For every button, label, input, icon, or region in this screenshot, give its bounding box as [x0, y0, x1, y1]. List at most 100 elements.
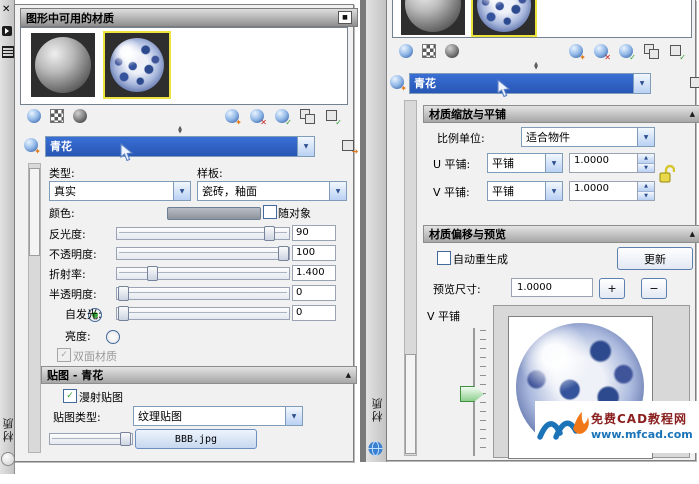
remove-material-icon[interactable]: ✓	[324, 108, 340, 124]
material-lead-icon[interactable]: ✦	[389, 74, 405, 90]
chevron-down-icon[interactable]: ▼	[637, 128, 654, 146]
map-type-combobox[interactable]: 纹理贴图 ▼	[133, 406, 303, 426]
materials-list-header[interactable]: 图形中可用的材质 ■	[20, 8, 358, 27]
self-illumination-value[interactable]: 0	[292, 305, 336, 321]
two-sided-checkbox[interactable]: ✓	[57, 348, 71, 362]
panel-restore-icon[interactable]: ■	[338, 11, 352, 24]
right-panel-scrollbar[interactable]	[404, 100, 417, 456]
slider-thumb[interactable]	[118, 306, 129, 321]
collapse-icon[interactable]: ▲	[690, 230, 695, 238]
material-swatch-qinghua[interactable]	[103, 31, 171, 99]
translucency-value[interactable]: 0	[292, 285, 336, 301]
luminance-radio[interactable]	[106, 330, 120, 344]
u-tile-spinner[interactable]: 1.0000 ▲▼	[569, 153, 655, 173]
shininess-value[interactable]: 90	[292, 225, 336, 241]
spin-up-icon[interactable]: ▲	[638, 182, 654, 192]
remove-material-icon[interactable]: ✓	[668, 43, 684, 59]
type-combobox[interactable]: 真实 ▼	[49, 181, 191, 201]
material-name-combobox[interactable]: 青花 ▼	[409, 73, 651, 94]
left-panel-scrollbar[interactable]	[28, 163, 41, 453]
right-palette-titlebar-vertical[interactable]: 材质	[366, 0, 387, 462]
create-material-icon[interactable]: ✦	[224, 108, 240, 124]
spin-up-icon[interactable]: ▲	[638, 154, 654, 164]
swatch-lighting-icon[interactable]	[444, 43, 460, 59]
purge-material-icon[interactable]: ✕	[249, 108, 265, 124]
offset-section-header[interactable]: 材质偏移与预览 ▲	[423, 225, 699, 243]
v-tile-spinner[interactable]: 1.0000 ▲▼	[569, 181, 655, 201]
map-section-header[interactable]: 贴图 - 青花 ▲	[41, 366, 357, 384]
apply-material-icon[interactable]	[643, 43, 659, 59]
left-palette-titlebar-vertical[interactable]: ✕ 材质	[0, 0, 15, 474]
v-tile-mode-combobox[interactable]: 平铺 ▼	[487, 181, 563, 201]
slider-thumb[interactable]	[120, 432, 131, 446]
material-swatch-global[interactable]	[31, 33, 95, 97]
properties-menu-icon[interactable]	[2, 46, 14, 58]
auto-hide-icon[interactable]	[2, 26, 12, 36]
scale-unit-combobox[interactable]: 适合物件 ▼	[521, 127, 655, 147]
swatch-geometry-icon[interactable]	[398, 43, 414, 59]
self-illumination-label: 自发光:	[65, 306, 102, 322]
copy-material-icon[interactable]: ➜	[689, 74, 699, 90]
create-material-icon[interactable]: ✦	[568, 43, 584, 59]
checkered-underlay-icon[interactable]	[49, 108, 65, 124]
indicate-in-use-icon[interactable]: ✓	[274, 108, 290, 124]
opacity-slider[interactable]	[116, 247, 290, 260]
close-icon[interactable]: ✕	[2, 4, 10, 15]
chevron-down-icon[interactable]: ▼	[329, 182, 346, 200]
slider-thumb[interactable]	[264, 226, 275, 241]
slider-thumb[interactable]	[147, 266, 158, 281]
preview-zoom-in-button[interactable]: +	[599, 278, 625, 299]
diffuse-map-checkbox[interactable]: ✓	[63, 389, 77, 403]
checkered-underlay-icon[interactable]	[421, 43, 437, 59]
chevron-down-icon[interactable]: ▼	[173, 182, 190, 200]
color-swatch[interactable]	[167, 207, 261, 220]
uv-lock-icon[interactable]	[659, 164, 675, 184]
scale-section-header[interactable]: 材质缩放与平铺 ▲	[423, 105, 699, 123]
material-name-combobox[interactable]: 青花 ▼	[45, 136, 315, 157]
collapse-icon[interactable]: ▲	[346, 371, 351, 379]
opacity-value[interactable]: 100	[292, 245, 336, 261]
preview-size-field[interactable]: 1.0000	[511, 278, 593, 297]
u-tile-mode-combobox[interactable]: 平铺 ▼	[487, 153, 563, 173]
swatch-lighting-icon[interactable]	[72, 108, 88, 124]
chevron-down-icon[interactable]: ▼	[285, 407, 302, 425]
apply-material-icon[interactable]	[299, 108, 315, 124]
chevron-down-icon[interactable]: ▼	[297, 137, 314, 156]
scrollbar-thumb[interactable]	[405, 354, 416, 454]
by-object-checkbox[interactable]	[263, 205, 277, 219]
spin-down-icon[interactable]: ▼	[638, 164, 654, 173]
purge-material-icon[interactable]: ✕	[593, 43, 609, 59]
refraction-value[interactable]: 1.400	[292, 265, 336, 281]
palette-globe-icon[interactable]	[1, 452, 15, 466]
refraction-slider[interactable]	[116, 267, 290, 280]
copy-material-icon[interactable]: ➜	[341, 137, 357, 153]
slider-thumb[interactable]	[118, 286, 129, 301]
swatch-geometry-icon[interactable]	[26, 108, 42, 124]
check-badge: ✓	[629, 54, 636, 62]
two-sided-label: 双面材质	[73, 348, 117, 364]
map-file-button[interactable]: BBB.jpg	[135, 429, 257, 449]
preview-zoom-out-button[interactable]: −	[641, 278, 667, 299]
materials-globe-icon[interactable]	[368, 441, 383, 456]
material-swatch-global[interactable]	[401, 0, 465, 35]
scrollbar-thumb[interactable]	[29, 168, 40, 256]
splitter-handle[interactable]: ▲ ▼	[165, 126, 195, 134]
slider-thumb[interactable]	[278, 246, 289, 261]
spin-down-icon[interactable]: ▼	[638, 192, 654, 201]
map-strength-slider[interactable]	[49, 433, 133, 445]
auto-regen-checkbox[interactable]	[437, 251, 451, 265]
chevron-down-icon[interactable]: ▼	[633, 74, 650, 93]
offset-section-title: 材质偏移与预览	[429, 226, 506, 242]
material-lead-icon[interactable]: ✦	[23, 137, 39, 153]
splitter-handle[interactable]: ▲ ▼	[521, 62, 551, 70]
self-illumination-slider[interactable]	[116, 307, 290, 320]
collapse-icon[interactable]: ▲	[690, 110, 695, 118]
translucency-slider[interactable]	[116, 287, 290, 300]
template-combobox[interactable]: 瓷砖，釉面 ▼	[197, 181, 347, 201]
material-swatch-qinghua[interactable]	[471, 0, 537, 37]
update-button[interactable]: 更新	[617, 247, 693, 270]
chevron-down-icon[interactable]: ▼	[545, 182, 562, 200]
chevron-down-icon[interactable]: ▼	[545, 154, 562, 172]
indicate-in-use-icon[interactable]: ✓	[618, 43, 634, 59]
shininess-slider[interactable]	[116, 227, 290, 240]
